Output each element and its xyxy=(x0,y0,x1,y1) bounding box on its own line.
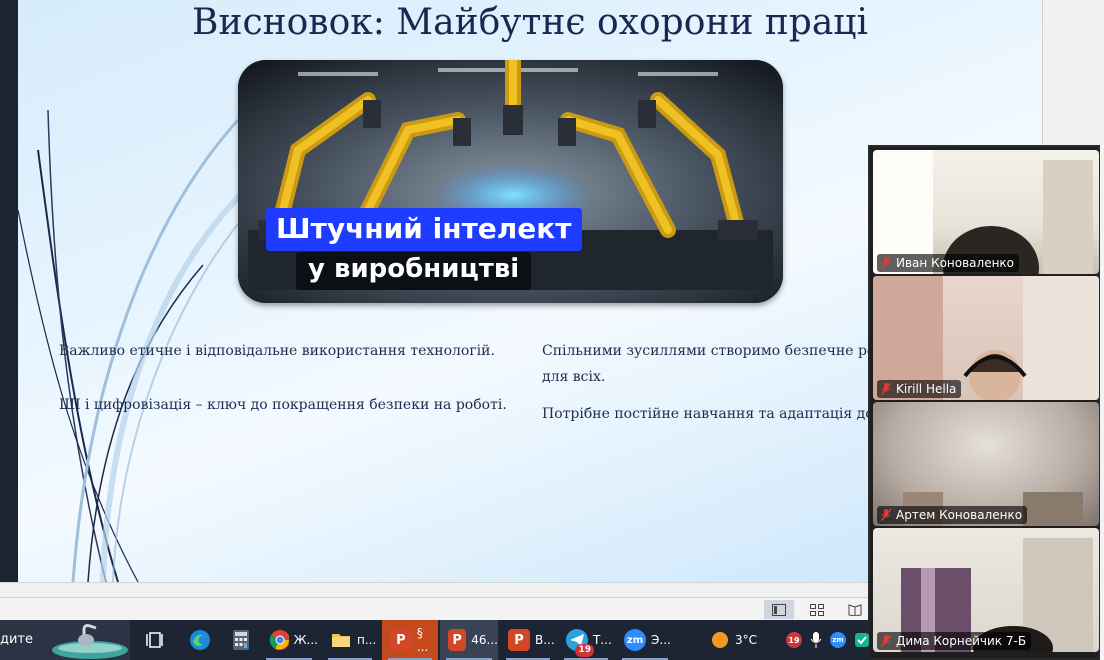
taskbar-item-label: п... xyxy=(357,633,377,647)
screen: Висновок: Майбутнє охорони праці Штучний… xyxy=(0,0,1104,660)
weather-widget[interactable]: 3°C xyxy=(702,620,757,660)
video-gallery: Иван Коноваленко Kirill Hella Артем Коно… xyxy=(868,145,1100,660)
taskbar-edge[interactable] xyxy=(180,620,212,660)
task-view-button[interactable] xyxy=(138,620,166,660)
zoom-tray-icon[interactable]: zm xyxy=(830,632,846,648)
left-bullet-1: Важливо етичне і відповідальне використа… xyxy=(59,343,495,359)
zoom-icon: zm xyxy=(624,629,646,651)
hero-title-line1: Штучний інтелект xyxy=(266,208,582,251)
powerpoint-icon: P xyxy=(448,629,467,651)
participant-name-tag: Иван Коноваленко xyxy=(877,254,1020,272)
participant-tile-4[interactable]: Дима Корнейчик 7-Б xyxy=(873,528,1099,652)
taskbar-powerpoint-3[interactable]: P В... xyxy=(500,620,556,660)
taskbar-calculator[interactable] xyxy=(222,620,252,660)
tray-notification-icon[interactable]: 19 xyxy=(786,632,802,648)
taskbar-item-label: 46... xyxy=(471,633,498,647)
right-bullet-1-cont: для всіх. xyxy=(542,369,606,385)
participant-tile-3[interactable]: Артем Коноваленко xyxy=(873,402,1099,526)
participant-name: Артем Коноваленко xyxy=(896,508,1023,522)
sun-weather-icon xyxy=(712,632,728,648)
powerpoint-icon: P xyxy=(508,629,530,651)
slide-sorter-icon xyxy=(810,603,824,616)
taskbar-item-label: Ж... xyxy=(293,633,318,647)
hero-title-line2: у виробництві xyxy=(296,252,532,290)
normal-view-button[interactable] xyxy=(764,600,794,619)
reading-view-icon xyxy=(848,603,862,616)
muted-mic-icon xyxy=(881,257,891,269)
participant-name: Дима Корнейчик 7-Б xyxy=(896,634,1027,648)
heron-search-highlight-icon xyxy=(52,624,128,659)
system-tray[interactable]: 19 zm xyxy=(778,620,870,660)
participant-name: Kirill Hella xyxy=(896,382,957,396)
participant-name-tag: Дима Корнейчик 7-Б xyxy=(877,632,1032,650)
muted-mic-icon xyxy=(881,383,891,395)
participant-tile-2[interactable]: Kirill Hella xyxy=(873,276,1099,400)
reading-view-button[interactable] xyxy=(840,600,870,619)
taskbar-powerpoint-1[interactable]: P § ... xyxy=(382,620,438,660)
taskbar: дите Ж... п... P § ... P 46... P В... 19… xyxy=(0,620,870,660)
taskbar-powerpoint-2[interactable]: P 46... xyxy=(440,620,498,660)
taskbar-search-box[interactable]: дите xyxy=(0,620,130,660)
microphone-icon[interactable] xyxy=(810,631,822,649)
telegram-icon: 19 xyxy=(566,629,594,657)
horizontal-scrollbar[interactable] xyxy=(0,582,870,597)
muted-mic-icon xyxy=(881,635,891,647)
right-bullet-1: Спільними зусиллями створимо безпечне ро… xyxy=(542,343,884,359)
slide-title: Висновок: Майбутнє охорони праці xyxy=(192,2,868,43)
edge-icon xyxy=(190,630,210,650)
left-bullet-2: ШІ і цифровізація – ключ до покращення б… xyxy=(59,397,507,413)
participant-name: Иван Коноваленко xyxy=(896,256,1015,270)
participant-tile-1[interactable]: Иван Коноваленко xyxy=(873,150,1099,274)
status-bar xyxy=(0,597,870,620)
participant-name-tag: Артем Коноваленко xyxy=(877,506,1028,524)
taskbar-telegram[interactable]: 19 Т... xyxy=(558,620,614,660)
tray-badge: 19 xyxy=(788,635,800,645)
vertical-scrollbar[interactable] xyxy=(1042,0,1104,145)
taskbar-item-label: Э... xyxy=(651,633,671,647)
weather-temperature: 3°C xyxy=(735,633,758,647)
powerpoint-icon: P xyxy=(390,629,412,651)
muted-mic-icon xyxy=(881,509,891,521)
normal-view-icon xyxy=(772,603,786,616)
taskbar-item-label: § ... xyxy=(416,626,429,654)
notification-badge: 19 xyxy=(575,644,594,657)
taskbar-file-explorer[interactable]: п... xyxy=(322,620,378,660)
taskbar-chrome[interactable]: Ж... xyxy=(260,620,318,660)
slide-sorter-button[interactable] xyxy=(802,600,832,619)
right-bullet-2: Потрібне постійне навчання та адаптація … xyxy=(542,406,888,422)
taskbar-zoom[interactable]: zm Э... xyxy=(616,620,674,660)
participant-name-tag: Kirill Hella xyxy=(877,380,962,398)
hero-image: Штучний інтелект у виробництві xyxy=(238,60,783,303)
search-placeholder: дите xyxy=(0,632,34,647)
file-explorer-icon xyxy=(332,634,350,647)
editor-left-margin xyxy=(0,0,18,585)
tray-app-icon[interactable] xyxy=(854,632,870,648)
taskbar-item-label: Т... xyxy=(593,633,612,647)
taskbar-item-label: В... xyxy=(535,633,555,647)
calculator-icon xyxy=(233,630,249,650)
task-view-icon xyxy=(146,632,163,648)
chrome-icon xyxy=(269,630,289,650)
